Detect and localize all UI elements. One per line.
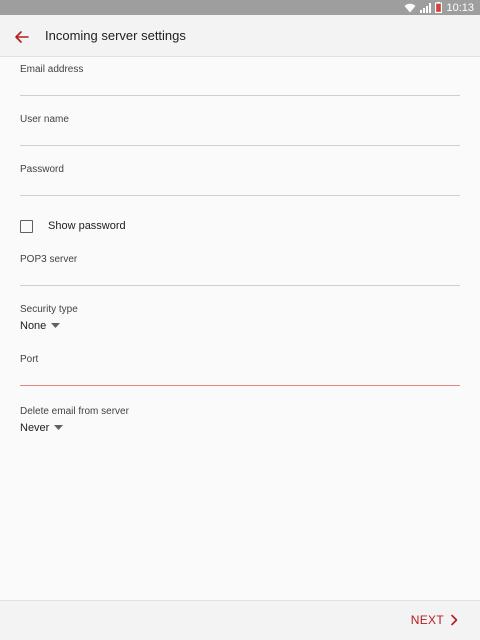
email-field[interactable]: Email address (20, 62, 460, 98)
delete-email-value: Never (20, 422, 50, 434)
next-label: NEXT (410, 613, 444, 627)
password-underline (20, 195, 460, 196)
security-type-field: Security type (20, 302, 460, 318)
battery-icon (435, 2, 443, 13)
wifi-icon (404, 3, 416, 13)
bottom-bar: NEXT (0, 600, 480, 640)
security-type-label: Security type (20, 304, 78, 315)
port-underline (20, 385, 460, 386)
security-type-value: None (20, 320, 47, 332)
show-password-checkbox[interactable] (20, 219, 33, 233)
chevron-right-icon (450, 614, 458, 626)
username-label: User name (20, 114, 69, 125)
status-bar: 10:13 (0, 0, 480, 15)
pop3-server-input[interactable] (20, 267, 460, 285)
password-field[interactable]: Password (20, 162, 460, 198)
delete-email-field: Delete email from server (20, 404, 460, 420)
email-label: Email address (20, 64, 84, 75)
status-icons: 10:13 (404, 0, 474, 15)
caret-down-icon (51, 323, 61, 329)
caret-down-icon (54, 425, 64, 431)
pop3-server-label: POP3 server (20, 254, 78, 265)
app-bar: Incoming server settings (0, 15, 480, 57)
delete-email-dropdown[interactable]: Never (20, 422, 64, 434)
next-button[interactable]: NEXT (411, 613, 458, 627)
port-field[interactable]: Port (20, 352, 460, 388)
pop3-server-field[interactable]: POP3 server (20, 252, 460, 288)
show-password-label: Show password (48, 220, 126, 232)
back-button[interactable] (10, 25, 34, 49)
username-input[interactable] (20, 127, 460, 145)
username-field[interactable]: User name (20, 112, 460, 148)
port-label: Port (20, 354, 39, 365)
password-input[interactable] (20, 177, 460, 195)
port-input[interactable] (20, 367, 460, 385)
signal-icon (420, 2, 432, 13)
pop3-server-underline (20, 285, 460, 286)
status-time: 10:13 (446, 1, 474, 14)
username-underline (20, 145, 460, 146)
arrow-left-icon (10, 25, 34, 49)
show-password-row[interactable]: Show password (20, 217, 126, 235)
security-type-dropdown[interactable]: None (20, 320, 61, 332)
page-title: Incoming server settings (45, 28, 186, 43)
email-input[interactable] (20, 77, 460, 95)
email-underline (20, 95, 460, 96)
screen: 10:13 Incoming server settings Email add… (0, 0, 480, 640)
password-label: Password (20, 164, 64, 175)
delete-email-label: Delete email from server (20, 406, 129, 417)
